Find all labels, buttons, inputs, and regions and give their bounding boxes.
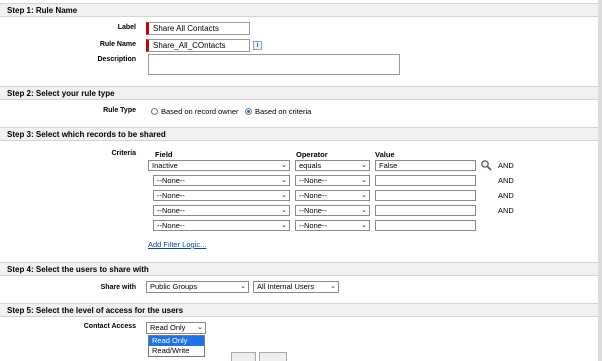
criteria-operator-select[interactable]: equals ⌄ — [295, 160, 370, 171]
criteria-operator-value: --None-- — [299, 191, 327, 200]
criteria-field-value: --None-- — [157, 221, 185, 230]
contact-access-select[interactable]: Read Only ⌄ — [146, 322, 206, 334]
step1-header: Step 1: Rule Name — [0, 3, 598, 17]
criteria-operator-value: --None-- — [299, 176, 327, 185]
rule-type-label: Rule Type — [103, 107, 136, 114]
col-value-header: Value — [375, 150, 395, 159]
share-with-type-select[interactable]: Public Groups ⌄ — [146, 281, 249, 293]
chevron-down-icon: ⌄ — [361, 162, 367, 169]
description-textarea[interactable] — [148, 54, 400, 75]
conjunction-label: AND — [498, 206, 514, 215]
radio-based-on-owner[interactable] — [151, 108, 158, 115]
chevron-down-icon: ⌄ — [361, 177, 367, 184]
criteria-operator-select[interactable]: --None-- ⌄ — [295, 190, 370, 201]
chevron-down-icon: ⌄ — [281, 177, 287, 184]
criteria-label: Criteria — [111, 150, 136, 157]
chevron-down-icon: ⌄ — [240, 283, 246, 290]
dropdown-option-read-only[interactable]: Read Only — [149, 336, 204, 346]
cancel-button-partial[interactable] — [259, 352, 287, 361]
chevron-down-icon: ⌄ — [281, 222, 287, 229]
conjunction-label: AND — [498, 191, 514, 200]
share-with-type-value: Public Groups — [150, 282, 198, 291]
criteria-value-input[interactable]: False — [375, 160, 476, 171]
chevron-down-icon: ⌄ — [361, 207, 367, 214]
chevron-down-icon: ⌄ — [281, 192, 287, 199]
criteria-operator-value: --None-- — [299, 221, 327, 230]
add-filter-logic-link[interactable]: Add Filter Logic... — [148, 240, 206, 249]
criteria-field-select[interactable]: --None-- ⌄ — [153, 190, 290, 201]
criteria-field-select[interactable]: --None-- ⌄ — [153, 220, 290, 231]
col-operator-header: Operator — [296, 150, 328, 159]
chevron-down-icon: ⌄ — [281, 162, 287, 169]
radio-based-on-owner-label: Based on record owner — [161, 107, 239, 116]
criteria-field-value: --None-- — [157, 191, 185, 200]
radio-based-on-criteria[interactable] — [245, 108, 252, 115]
share-with-label: Share with — [100, 284, 136, 291]
col-field-header: Field — [155, 150, 173, 159]
criteria-operator-select[interactable]: --None-- ⌄ — [295, 205, 370, 216]
step2-header: Step 2: Select your rule type — [0, 86, 598, 100]
criteria-field-value: Inactive — [152, 161, 178, 170]
rule-name-field-label: Rule Name — [99, 41, 136, 48]
chevron-down-icon: ⌄ — [330, 283, 336, 290]
rule-name-input[interactable]: Share_All_COntacts — [146, 39, 250, 52]
contact-access-label: Contact Access — [83, 323, 136, 330]
conjunction-label: AND — [498, 161, 514, 170]
save-button-partial[interactable] — [231, 352, 256, 361]
share-with-group-value: All Internal Users — [257, 282, 315, 291]
criteria-field-select[interactable]: --None-- ⌄ — [153, 205, 290, 216]
chevron-down-icon: ⌄ — [361, 192, 367, 199]
criteria-operator-select[interactable]: --None-- ⌄ — [295, 220, 370, 231]
contact-access-value: Read Only — [150, 323, 186, 332]
radio-based-on-criteria-label: Based on criteria — [255, 107, 312, 116]
criteria-operator-value: --None-- — [299, 206, 327, 215]
step5-header: Step 5: Select the level of access for t… — [0, 303, 598, 317]
criteria-value-input[interactable] — [375, 175, 476, 186]
contact-access-dropdown: Read Only Read/Write — [148, 335, 205, 357]
chevron-down-icon: ⌄ — [361, 222, 367, 229]
criteria-field-select[interactable]: Inactive ⌄ — [148, 160, 290, 171]
criteria-operator-select[interactable]: --None-- ⌄ — [295, 175, 370, 186]
chevron-down-icon: ⌄ — [197, 324, 203, 331]
criteria-field-value: --None-- — [157, 206, 185, 215]
window-edge — [598, 0, 602, 361]
dropdown-option-read-write[interactable]: Read/Write — [149, 346, 204, 356]
info-icon[interactable]: i — [253, 41, 262, 50]
criteria-operator-value: equals — [299, 161, 322, 170]
magnifier-lookup-icon[interactable] — [480, 159, 492, 171]
criteria-value-input[interactable] — [375, 190, 476, 201]
chevron-down-icon: ⌄ — [281, 207, 287, 214]
conjunction-label: AND — [498, 176, 514, 185]
label-input[interactable]: Share All Contacts — [146, 22, 250, 35]
criteria-field-value: --None-- — [157, 176, 185, 185]
criteria-value-input[interactable] — [375, 205, 476, 216]
share-with-group-select[interactable]: All Internal Users ⌄ — [253, 281, 339, 293]
step3-header: Step 3: Select which records to be share… — [0, 127, 598, 141]
description-field-label: Description — [97, 56, 136, 63]
step4-header: Step 4: Select the users to share with — [0, 262, 598, 276]
criteria-value-input[interactable] — [375, 220, 476, 231]
criteria-field-select[interactable]: --None-- ⌄ — [153, 175, 290, 186]
label-field-label: Label — [117, 24, 136, 31]
